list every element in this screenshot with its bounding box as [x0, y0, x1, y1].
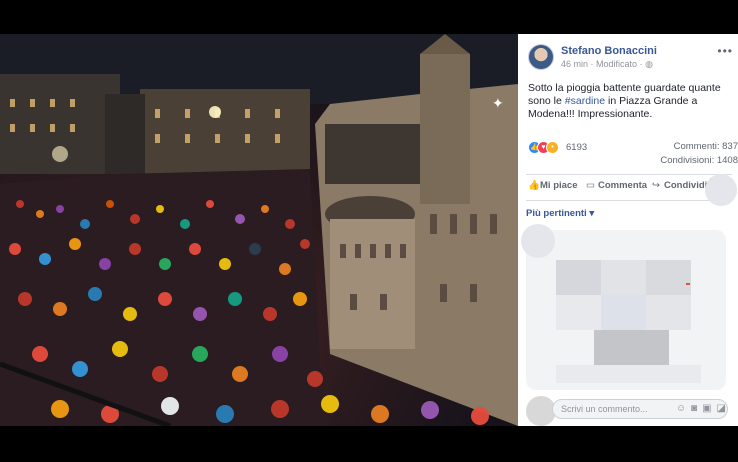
overlay-circle [705, 174, 737, 206]
post-stats: Commenti: 837 Condivisioni: 1408 [618, 140, 738, 168]
shares-count[interactable]: Condivisioni: 1408 [618, 154, 738, 168]
comments-count[interactable]: Commenti: 837 [618, 140, 738, 154]
pixelated-block [646, 295, 691, 330]
pixelated-block [556, 295, 601, 330]
thumbs-up-icon: 👍 [528, 180, 540, 191]
like-label: Mi piace [540, 180, 578, 191]
hashtag-link[interactable]: #sardine [565, 95, 605, 107]
post-text: Sotto la pioggia battente guardate quant… [528, 82, 733, 121]
globe-icon: ◍ [645, 59, 653, 69]
author-avatar[interactable] [528, 44, 554, 70]
comment-thread [526, 230, 732, 390]
svg-text:✦: ✦ [492, 95, 504, 111]
post-photo[interactable]: ✦ [0, 34, 518, 426]
pixelated-block [556, 260, 601, 295]
comment-icon: ▭ [586, 180, 595, 191]
comment-composer: Scrivi un commento... ☺ ◙ ▣ ◪ [526, 396, 732, 426]
like-button[interactable]: 👍Mi piace [528, 180, 578, 191]
reaction-count: 6193 [566, 142, 588, 153]
share-icon: ↪ [652, 180, 660, 191]
emoji-icon[interactable]: ☺ [676, 403, 686, 414]
post-time[interactable]: 46 min [561, 59, 588, 69]
composer-icons: ☺ ◙ ▣ ◪ [671, 403, 726, 414]
divider [526, 200, 732, 201]
post-actions: 👍Mi piace ▭ Commenta ↪ Condividi [526, 177, 732, 199]
post-meta: 46 min · Modificato · ◍ [561, 59, 653, 70]
pixelated-dot [686, 283, 690, 285]
more-dots-icon[interactable]: ••• [717, 44, 733, 58]
pixelated-block [601, 295, 646, 330]
pixelated-block [601, 260, 646, 295]
screenshot-frame: ✦ Stefano Bonaccini 46 min · Modificato … [0, 0, 738, 462]
comment-sort-dropdown[interactable]: Più pertinenti ▾ [526, 208, 594, 219]
share-label: Condividi [664, 180, 708, 191]
divider [526, 174, 732, 175]
pixelated-block [556, 365, 701, 383]
pixelated-block [646, 260, 691, 295]
edited-label: · Modificato · [590, 59, 643, 69]
comment-button[interactable]: ▭ Commenta [586, 180, 647, 191]
pixelated-block [594, 330, 669, 365]
comment-label: Commenta [598, 180, 648, 191]
gif-icon[interactable]: ▣ [702, 403, 711, 414]
post-sidebar: Stefano Bonaccini 46 min · Modificato · … [518, 34, 738, 426]
post-header: Stefano Bonaccini 46 min · Modificato · … [528, 44, 733, 70]
piazza-grande-photo: ✦ [0, 34, 518, 426]
overlay-circle [521, 224, 555, 258]
sticker-icon[interactable]: ◪ [717, 403, 726, 414]
wow-reaction-icon: • [546, 141, 559, 154]
share-button[interactable]: ↪ Condividi [652, 180, 707, 191]
camera-icon[interactable]: ◙ [691, 403, 697, 414]
author-name[interactable]: Stefano Bonaccini [561, 45, 657, 57]
